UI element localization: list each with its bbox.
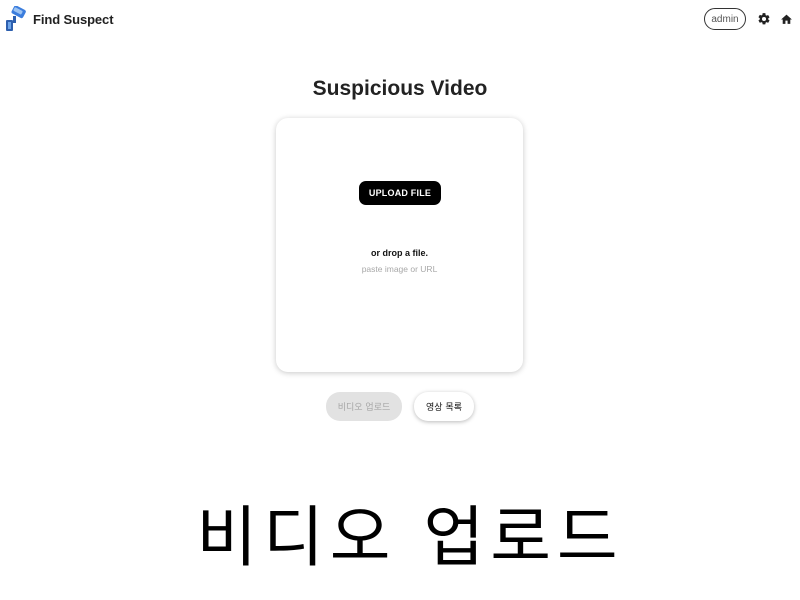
page-title: Suspicious Video xyxy=(312,77,488,100)
cctv-camera-icon xyxy=(4,5,26,32)
brand[interactable]: Find Suspect xyxy=(4,5,114,32)
app-name: Find Suspect xyxy=(33,11,114,27)
home-icon[interactable] xyxy=(778,11,794,27)
user-chip[interactable]: admin xyxy=(704,8,746,30)
upload-dropzone[interactable]: UPLOAD FILE or drop a file. paste image … xyxy=(276,118,523,372)
video-upload-button[interactable]: 비디오 업로드 xyxy=(326,392,402,421)
top-bar: Find Suspect admin xyxy=(0,0,800,40)
paste-url-hint: paste image or URL xyxy=(361,264,438,274)
video-list-button[interactable]: 영상 목록 xyxy=(414,392,474,421)
drop-file-text: or drop a file. xyxy=(370,248,428,258)
upload-file-button[interactable]: UPLOAD FILE xyxy=(359,181,441,205)
caption-text: 비디오 업로드 xyxy=(196,499,624,576)
gear-icon[interactable] xyxy=(756,11,772,27)
